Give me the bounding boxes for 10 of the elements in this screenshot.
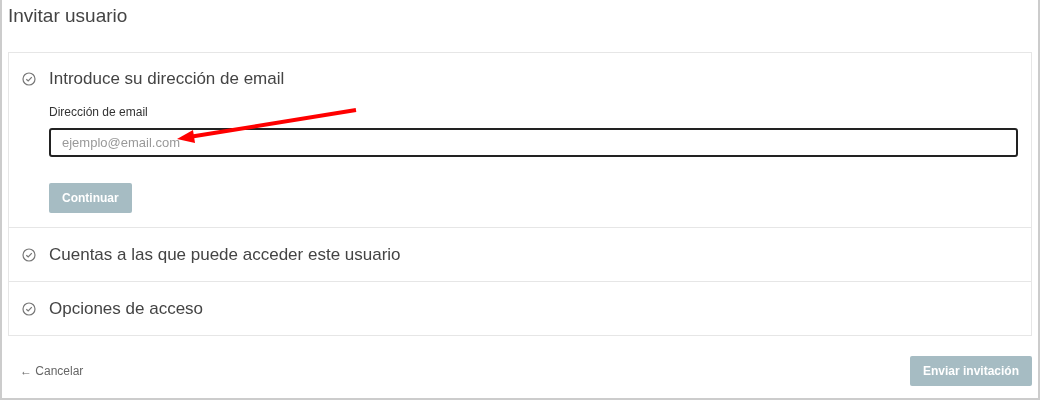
- check-circle-icon: [22, 301, 36, 316]
- field-label: Dirección de email: [49, 105, 149, 119]
- cancel-link[interactable]: ← Cancelar: [20, 364, 84, 378]
- check-circle-icon: [22, 247, 36, 262]
- step-title[interactable]: Introduce su dirección de email: [49, 69, 285, 89]
- step-title[interactable]: Opciones de acceso: [49, 298, 204, 319]
- step-title[interactable]: Cuentas a las que puede acceder este usuario: [49, 244, 401, 265]
- email-input[interactable]: ejemplo@email.com: [49, 128, 1018, 157]
- check-circle-icon: [22, 72, 36, 86]
- page-title: Invitar usuario: [8, 4, 129, 28]
